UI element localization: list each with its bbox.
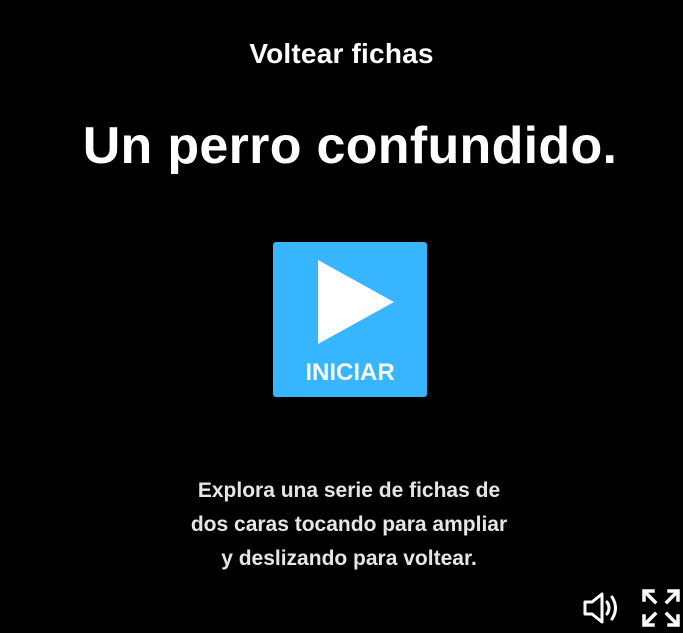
- activity-instructions: Explora una serie de fichas de dos caras…: [190, 479, 508, 570]
- volume-icon: [583, 592, 617, 624]
- activity-title: Un perro confundido.: [82, 117, 618, 175]
- start-button-label: INICIAR: [305, 359, 395, 386]
- activity-stage: Voltear fichas Un perro confundido. INIC…: [0, 0, 683, 630]
- start-button[interactable]: INICIAR: [273, 242, 427, 397]
- volume-button[interactable]: [582, 590, 622, 626]
- play-icon: [318, 260, 394, 344]
- activity-type-label: Voltear fichas: [249, 38, 434, 69]
- fullscreen-button[interactable]: [641, 588, 681, 628]
- fullscreen-icon: [642, 589, 680, 627]
